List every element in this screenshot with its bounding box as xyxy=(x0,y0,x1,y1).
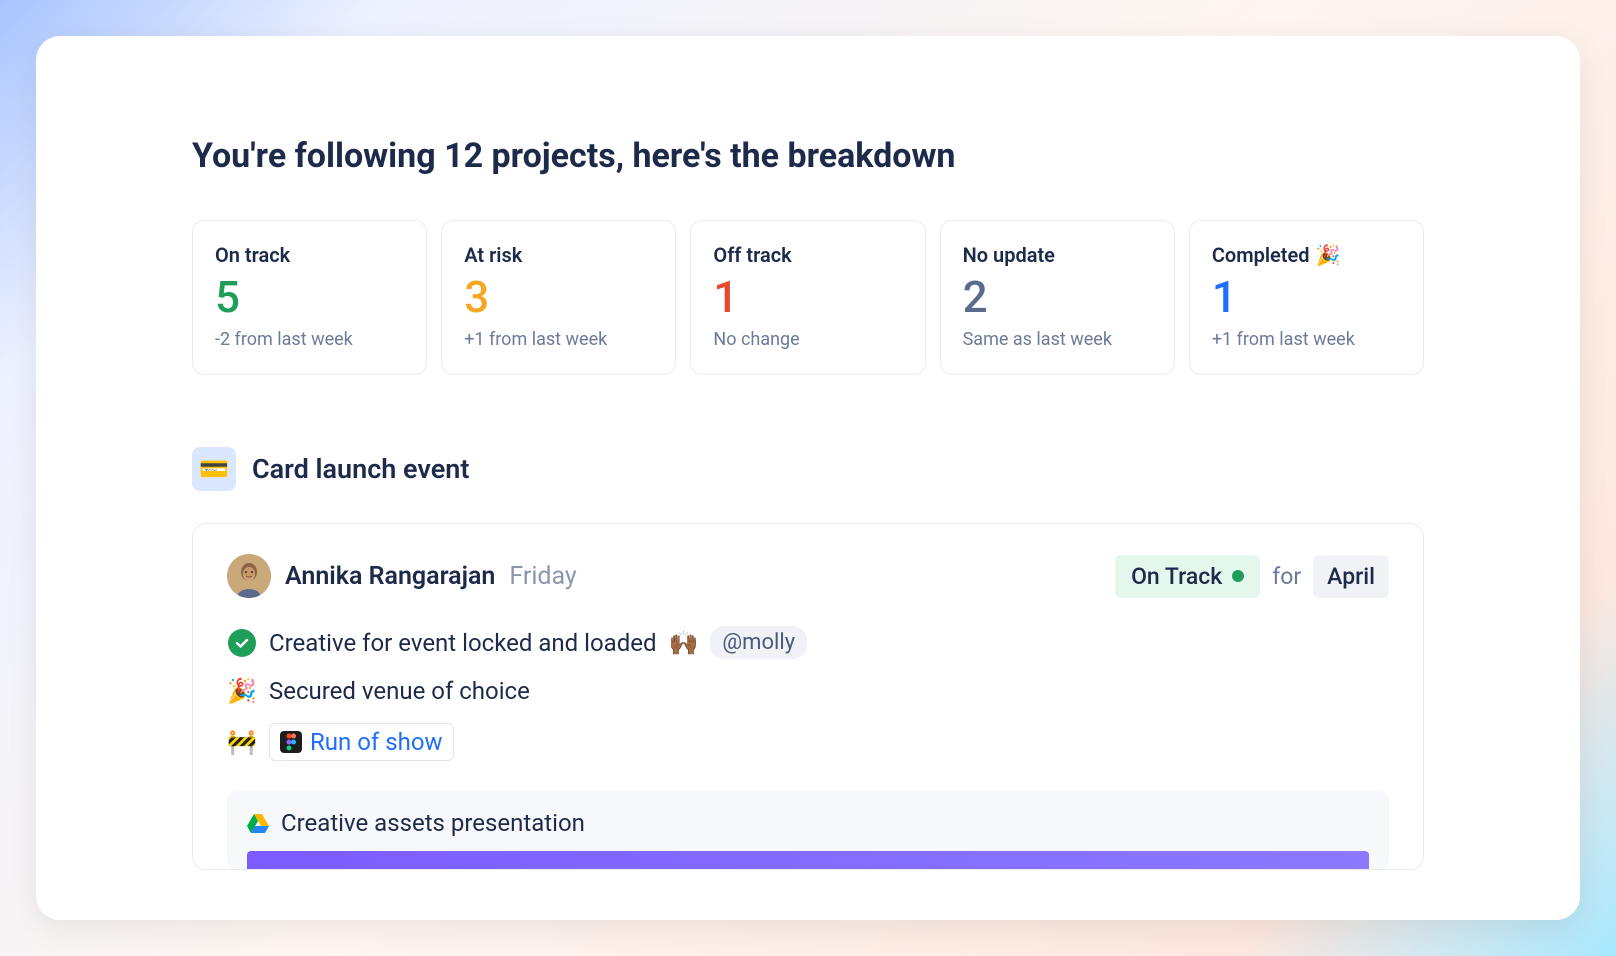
project-icon: 💳 xyxy=(192,447,236,491)
avatar[interactable] xyxy=(227,554,271,598)
status-for-text: for xyxy=(1272,563,1301,590)
party-icon: 🎉 xyxy=(227,677,257,705)
stat-label: On track xyxy=(215,243,404,267)
author-name: Annika Rangarajan xyxy=(285,562,495,591)
embed-preview xyxy=(247,851,1369,869)
stat-value: 3 xyxy=(464,273,653,321)
embed-title: Creative assets presentation xyxy=(281,809,585,837)
stat-value: 5 xyxy=(215,273,404,321)
embed-card[interactable]: Creative assets presentation xyxy=(227,791,1389,869)
construction-icon: 🚧 xyxy=(227,728,257,756)
gdrive-icon xyxy=(247,813,269,833)
update-line-1: Creative for event locked and loaded 🙌🏾 … xyxy=(227,626,1389,659)
stat-delta: Same as last week xyxy=(963,329,1152,350)
stats-row: On track 5 -2 from last week At risk 3 +… xyxy=(192,220,1424,375)
status-label: On Track xyxy=(1131,563,1222,590)
stat-label: Completed 🎉 xyxy=(1212,243,1401,267)
update-date: Friday xyxy=(509,562,576,591)
stat-value: 1 xyxy=(1212,273,1401,321)
status-dot-icon xyxy=(1232,570,1244,582)
figma-icon xyxy=(280,731,302,753)
update-line-3: 🚧 Run of show xyxy=(227,723,1389,761)
project-title: Card launch event xyxy=(252,453,469,485)
stat-value: 2 xyxy=(963,273,1152,321)
update-body: Creative for event locked and loaded 🙌🏾 … xyxy=(227,626,1389,761)
stat-delta: No change xyxy=(713,329,902,350)
author-block: Annika Rangarajan Friday xyxy=(227,554,577,598)
update-card: Annika Rangarajan Friday On Track for Ap… xyxy=(192,523,1424,870)
hands-icon: 🙌🏾 xyxy=(669,629,699,657)
mention-chip[interactable]: @molly xyxy=(710,626,807,659)
stat-delta: -2 from last week xyxy=(215,329,404,350)
stat-at-risk[interactable]: At risk 3 +1 from last week xyxy=(441,220,676,375)
status-month[interactable]: April xyxy=(1313,555,1389,598)
status-block: On Track for April xyxy=(1115,555,1389,598)
check-icon xyxy=(227,629,257,657)
stat-no-update[interactable]: No update 2 Same as last week xyxy=(940,220,1175,375)
update-header: Annika Rangarajan Friday On Track for Ap… xyxy=(227,554,1389,598)
status-pill[interactable]: On Track xyxy=(1115,555,1260,598)
embed-header: Creative assets presentation xyxy=(247,809,1369,837)
page-title: You're following 12 projects, here's the… xyxy=(192,136,1424,176)
stat-delta: +1 from last week xyxy=(1212,329,1401,350)
stat-label: At risk xyxy=(464,243,653,267)
update-line-2: 🎉 Secured venue of choice xyxy=(227,677,1389,705)
stat-label: No update xyxy=(963,243,1152,267)
party-icon: 🎉 xyxy=(1316,243,1341,267)
stat-label: Off track xyxy=(713,243,902,267)
project-header[interactable]: 💳 Card launch event xyxy=(192,447,1424,491)
credit-card-icon: 💳 xyxy=(199,455,229,483)
stat-value: 1 xyxy=(713,273,902,321)
line-text: Creative for event locked and loaded xyxy=(269,629,657,657)
attachment-link: Run of show xyxy=(310,728,443,756)
stat-on-track[interactable]: On track 5 -2 from last week xyxy=(192,220,427,375)
stat-off-track[interactable]: Off track 1 No change xyxy=(690,220,925,375)
main-surface: You're following 12 projects, here's the… xyxy=(36,36,1580,920)
line-text: Secured venue of choice xyxy=(269,677,530,705)
stat-delta: +1 from last week xyxy=(464,329,653,350)
stat-completed[interactable]: Completed 🎉 1 +1 from last week xyxy=(1189,220,1424,375)
attachment-chip[interactable]: Run of show xyxy=(269,723,454,761)
